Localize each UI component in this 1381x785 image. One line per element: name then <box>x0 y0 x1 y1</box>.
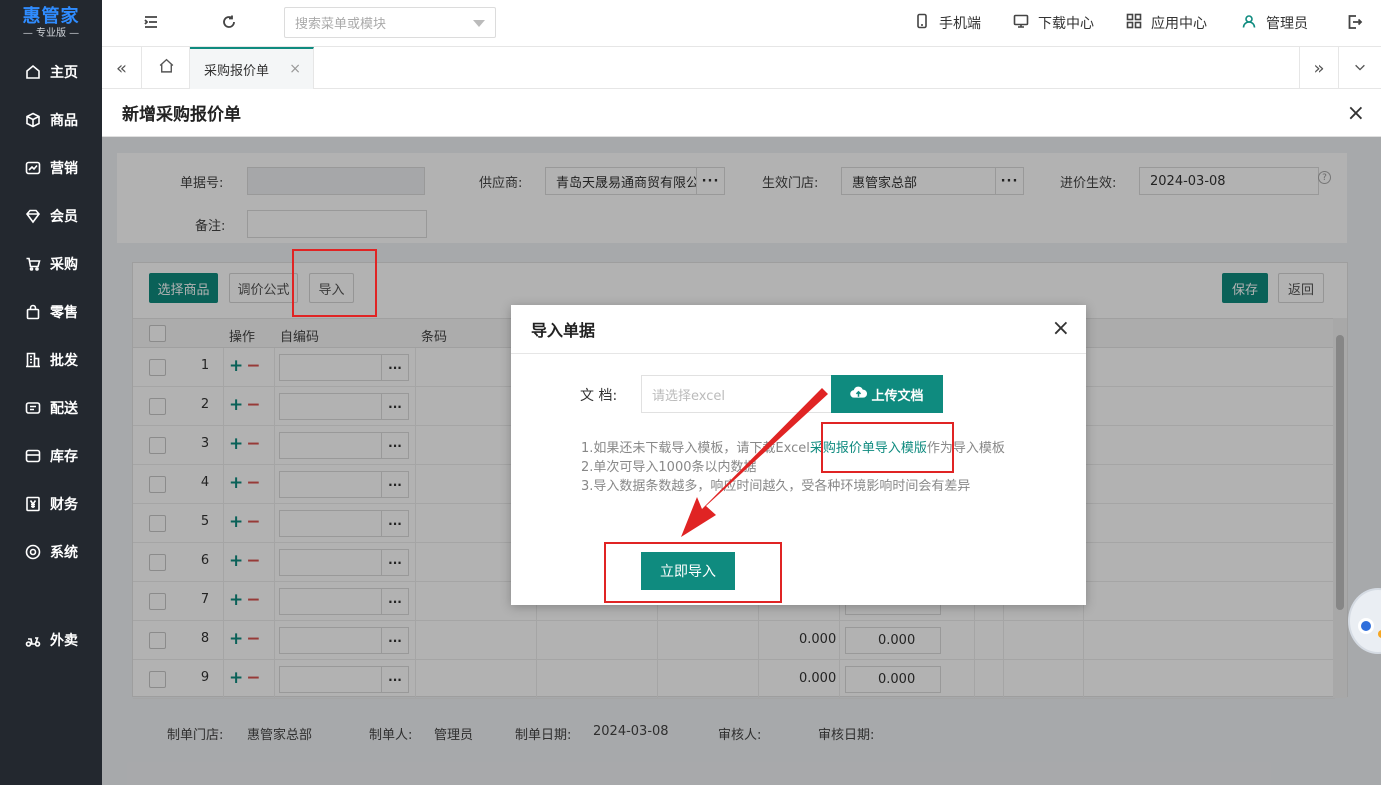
diamond-icon <box>24 207 42 225</box>
inbox-icon <box>24 447 42 465</box>
sidebar-item-goods[interactable]: 商品 <box>0 105 102 135</box>
apps-grid-icon <box>1126 13 1151 33</box>
double-chevron-right-icon: » <box>1313 57 1325 79</box>
sidebar-item-label: 外卖 <box>50 633 78 649</box>
sidebar-item-label: 会员 <box>50 209 78 225</box>
sidebar-item-retail[interactable]: 零售 <box>0 297 102 327</box>
dialog-header: 导入单据 × <box>511 305 1086 354</box>
logo-sub-text: — 专业版 — <box>22 28 80 39</box>
sidebar-item-label: 营销 <box>50 161 78 177</box>
gear-icon <box>24 543 42 561</box>
mobile-label: 手机端 <box>939 16 981 32</box>
sidebar-item-label: 库存 <box>50 449 78 465</box>
phone-icon <box>914 13 939 33</box>
double-chevron-left-icon: « <box>115 57 127 79</box>
menu-collapse-icon <box>143 14 159 34</box>
chevron-down-icon <box>473 20 485 27</box>
user-menu[interactable]: 管理员 <box>1241 13 1308 33</box>
sidebar-item-takeout[interactable]: 外卖 <box>0 625 102 655</box>
logout-icon <box>1347 14 1363 34</box>
document-label: 文 档: <box>580 388 618 404</box>
cloud-upload-icon <box>850 385 871 403</box>
tab-scroll-left-button[interactable]: « <box>102 47 142 89</box>
annotation-box-import-now <box>604 542 782 603</box>
sidebar-item-marketing[interactable]: 营销 <box>0 153 102 183</box>
page-header: 新增采购报价单 × <box>102 89 1381 137</box>
sidebar-item-system[interactable]: 系统 <box>0 537 102 567</box>
tab-purchase-quote[interactable]: 采购报价单 × <box>190 47 314 89</box>
search-placeholder: 搜索菜单或模块 <box>295 17 387 32</box>
app-center-link[interactable]: 应用中心 <box>1126 13 1207 33</box>
sidebar-item-label: 商品 <box>50 113 78 129</box>
box-icon <box>24 111 42 129</box>
sidebar-item-label: 零售 <box>50 305 78 321</box>
download-label: 下载中心 <box>1038 16 1094 32</box>
tab-menu-button[interactable] <box>1340 47 1380 89</box>
sidebar-item-label: 配送 <box>50 401 78 417</box>
refresh-button[interactable] <box>217 12 241 36</box>
refresh-icon <box>221 14 237 34</box>
building-icon <box>24 351 42 369</box>
sidebar-item-label: 系统 <box>50 545 78 561</box>
close-icon[interactable]: × <box>289 61 301 77</box>
page-title: 新增采购报价单 <box>122 105 241 125</box>
sidebar-item-home[interactable]: 主页 <box>0 57 102 87</box>
dialog-title: 导入单据 <box>531 321 596 340</box>
close-icon[interactable]: × <box>1347 101 1365 126</box>
truck-icon <box>24 399 42 417</box>
monitor-icon <box>1013 13 1038 33</box>
chevron-down-icon <box>1353 58 1367 79</box>
sidebar-item-wholesale[interactable]: 批发 <box>0 345 102 375</box>
sidebar-item-delivery[interactable]: 配送 <box>0 393 102 423</box>
sidebar: 惠管家 — 专业版 — 主页 商品 营销 会员 采购 零售 批发 配送 库存 财… <box>0 0 102 785</box>
import-dialog: 导入单据 × 文 档: 请选择excel 上传文档 1.如果还未下载导入模板，请… <box>511 305 1086 605</box>
yen-icon <box>24 495 42 513</box>
close-icon[interactable]: × <box>1052 316 1070 341</box>
sidebar-item-label: 批发 <box>50 353 78 369</box>
tab-label: 采购报价单 <box>204 63 270 79</box>
download-center-link[interactable]: 下载中心 <box>1013 13 1094 33</box>
menu-search-select[interactable]: 搜索菜单或模块 <box>284 7 496 38</box>
chart-icon <box>24 159 42 177</box>
user-name: 管理员 <box>1266 16 1308 32</box>
sidebar-item-finance[interactable]: 财务 <box>0 489 102 519</box>
file-placeholder: 请选择excel <box>652 388 725 404</box>
upload-document-button[interactable]: 上传文档 <box>831 375 943 413</box>
tab-scroll-right-button[interactable]: » <box>1299 47 1339 89</box>
apps-label: 应用中心 <box>1151 16 1207 32</box>
cart-icon <box>24 255 42 273</box>
home-icon <box>158 57 175 79</box>
menu-collapse-button[interactable] <box>139 12 163 36</box>
sidebar-item-label: 主页 <box>50 65 78 81</box>
file-input[interactable]: 请选择excel <box>641 375 833 413</box>
tab-bar: « 采购报价单 × » <box>102 47 1381 89</box>
upload-label: 上传文档 <box>871 388 924 404</box>
scooter-icon <box>24 631 42 649</box>
top-bar: 搜索菜单或模块 手机端 下载中心 应用中心 管理员 <box>102 0 1381 47</box>
sidebar-item-inventory[interactable]: 库存 <box>0 441 102 471</box>
sidebar-item-member[interactable]: 会员 <box>0 201 102 231</box>
logout-button[interactable] <box>1343 12 1367 36</box>
logo-main-text: 惠管家 <box>22 6 80 27</box>
annotation-box-import <box>292 249 377 317</box>
sidebar-item-label: 采购 <box>50 257 78 273</box>
sidebar-item-label: 财务 <box>50 497 78 513</box>
robot-eye-icon <box>1358 618 1374 634</box>
note-line-3: 3.导入数据条数越多，响应时间越久，受各种环境影响时间会有差异 <box>581 479 971 494</box>
mobile-link[interactable]: 手机端 <box>914 13 981 33</box>
home-tab[interactable] <box>144 47 190 89</box>
app-logo[interactable]: 惠管家 — 专业版 — <box>0 0 102 48</box>
user-avatar-icon <box>1241 13 1266 33</box>
bag-icon <box>24 303 42 321</box>
home-icon <box>24 63 42 81</box>
sidebar-item-purchase[interactable]: 采购 <box>0 249 102 279</box>
annotation-box-template-link <box>821 422 954 473</box>
